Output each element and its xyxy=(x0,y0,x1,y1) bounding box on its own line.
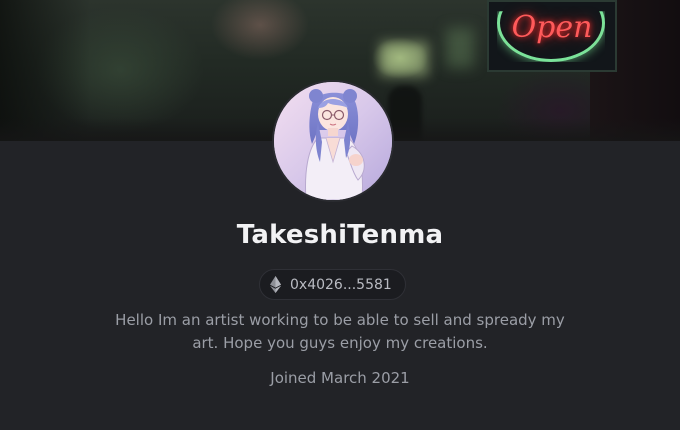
bio-line-1: Hello Im an artist working to be able to… xyxy=(115,311,565,329)
ethereum-icon xyxy=(270,276,281,293)
profile-bio: Hello Im an artist working to be able to… xyxy=(90,309,590,355)
avatar[interactable] xyxy=(272,80,394,202)
wallet-address: 0x4026...5581 xyxy=(290,276,392,293)
neon-open-sign: Open xyxy=(487,0,617,72)
banner-lit-window xyxy=(380,42,428,76)
wallet-address-button[interactable]: 0x4026...5581 xyxy=(259,269,406,300)
bio-line-2: art. Hope you guys enjoy my creations. xyxy=(192,334,488,352)
avatar-illustration xyxy=(274,82,392,200)
profile-page: Open TakeshiTenma 0x4026...5581 Hello Im… xyxy=(0,0,680,430)
banner-light xyxy=(446,28,474,68)
neon-sign-text: Open xyxy=(511,10,593,45)
username: TakeshiTenma xyxy=(236,220,444,250)
joined-date: Joined March 2021 xyxy=(270,369,410,387)
